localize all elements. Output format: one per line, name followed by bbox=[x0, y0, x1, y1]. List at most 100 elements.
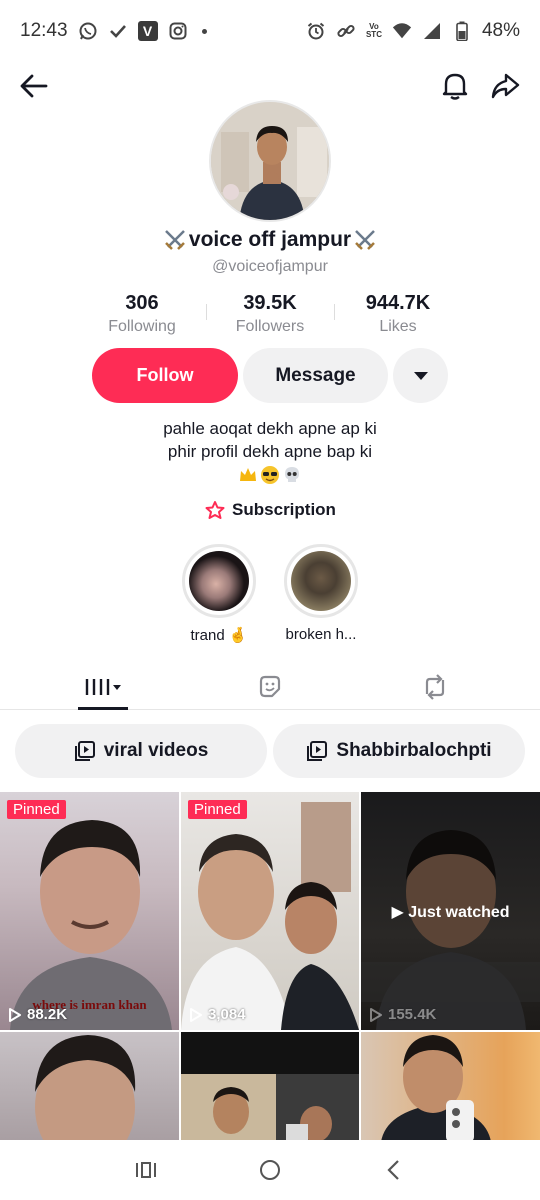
view-count: 3,084 bbox=[189, 1006, 246, 1023]
skull-emoji bbox=[285, 467, 299, 482]
view-count-text: 3,084 bbox=[208, 1006, 246, 1023]
display-name: voice off jampur bbox=[0, 228, 540, 252]
video-frame bbox=[181, 802, 359, 1030]
playlist-label: viral videos bbox=[103, 740, 209, 761]
action-buttons: Follow Message bbox=[92, 348, 452, 404]
bio: pahle aoqat dekh apne ap ki phir profil … bbox=[0, 417, 540, 485]
stat-value: 306 bbox=[125, 292, 159, 314]
play-triangle-icon: ▶ bbox=[391, 904, 404, 921]
video-frame bbox=[10, 820, 172, 1030]
link-icon bbox=[336, 21, 356, 41]
stat-followers[interactable]: 39.5K Followers bbox=[206, 292, 334, 336]
video-frame bbox=[181, 1074, 359, 1142]
back-arrow-icon bbox=[20, 74, 48, 98]
highlight-item[interactable]: broken h... bbox=[282, 544, 360, 643]
highlight-item[interactable]: trand 🤞 bbox=[180, 544, 258, 644]
status-bar: 12:43 V Vo STC 48% bbox=[0, 0, 540, 62]
reposts-icon bbox=[425, 674, 445, 700]
liked-icon bbox=[259, 675, 281, 698]
home-icon bbox=[260, 1160, 280, 1180]
notification-button[interactable] bbox=[435, 66, 475, 106]
playlist-chip[interactable]: Shabbirbalochpti bbox=[273, 724, 525, 778]
status-right: Vo STC 48% bbox=[306, 20, 520, 42]
back-button[interactable] bbox=[14, 66, 54, 106]
back-icon bbox=[387, 1160, 399, 1180]
message-button[interactable]: Message bbox=[243, 348, 388, 403]
highlight-cover bbox=[182, 544, 256, 618]
view-count-text: 88.2K bbox=[27, 1006, 68, 1023]
bell-icon bbox=[442, 73, 468, 100]
highlight-label: broken h... bbox=[285, 626, 357, 643]
alarm-icon bbox=[306, 21, 326, 41]
video-frame bbox=[381, 1035, 491, 1142]
subscription-label: Subscription bbox=[232, 500, 336, 519]
video-thumbnail[interactable] bbox=[361, 1032, 540, 1142]
video-thumbnail[interactable]: Pinned 3,084 bbox=[181, 792, 359, 1030]
system-nav-bar bbox=[0, 1140, 540, 1200]
instagram-icon bbox=[168, 21, 188, 41]
play-icon bbox=[190, 1007, 202, 1022]
sunglasses-emoji bbox=[261, 466, 279, 484]
recents-icon bbox=[136, 1162, 156, 1178]
home-button[interactable] bbox=[255, 1156, 285, 1184]
profile-tabs bbox=[0, 664, 540, 710]
wifi-icon bbox=[392, 21, 412, 41]
tab-videos[interactable] bbox=[78, 664, 128, 710]
share-button[interactable] bbox=[485, 66, 525, 106]
display-name-text: voice off jampur bbox=[188, 228, 352, 251]
system-back-button[interactable] bbox=[379, 1156, 409, 1184]
dot-icon bbox=[201, 28, 207, 34]
subscription-link[interactable]: Subscription bbox=[0, 500, 540, 520]
highlights: trand 🤞 broken h... bbox=[180, 544, 380, 654]
view-count: 88.2K bbox=[8, 1006, 67, 1023]
stat-value: 944.7K bbox=[365, 292, 431, 314]
pinned-badge: Pinned bbox=[7, 800, 66, 819]
video-frame bbox=[35, 1035, 136, 1142]
playlist-icon bbox=[307, 741, 328, 761]
video-thumbnail[interactable] bbox=[181, 1032, 359, 1142]
play-icon bbox=[370, 1007, 382, 1022]
active-tab-indicator bbox=[78, 707, 128, 710]
volte-line2: STC bbox=[365, 30, 382, 39]
stat-likes[interactable]: 944.7K Likes bbox=[334, 292, 462, 336]
caret-down-icon bbox=[413, 371, 428, 380]
whatsapp-icon bbox=[78, 21, 98, 41]
video-thumbnail[interactable]: ▶ Just watched 155.4K bbox=[361, 792, 540, 1030]
username: @voiceofjampur bbox=[212, 258, 328, 275]
highlight-label: trand 🤞 bbox=[190, 627, 248, 644]
follow-button[interactable]: Follow bbox=[92, 348, 238, 403]
volte-icon: Vo STC bbox=[366, 23, 382, 39]
playlists: viral videos Shabbirbalochpti bbox=[15, 724, 525, 778]
playlist-label: Shabbirbalochpti bbox=[336, 740, 492, 761]
tab-reposts[interactable] bbox=[410, 664, 460, 710]
crossed-swords-icon bbox=[355, 230, 375, 250]
battery-percent: 48% bbox=[481, 20, 520, 41]
bio-emojis bbox=[0, 465, 540, 485]
bio-line: phir profil dekh apne bap ki bbox=[167, 442, 373, 461]
share-icon bbox=[491, 73, 520, 99]
signal-icon bbox=[422, 21, 442, 41]
view-count-text: 155.4K bbox=[388, 1006, 437, 1023]
stat-label: Likes bbox=[379, 318, 417, 335]
highlight-cover bbox=[284, 544, 358, 618]
view-count: 155.4K bbox=[369, 1006, 436, 1023]
pinned-badge: Pinned bbox=[188, 800, 247, 819]
v-app-icon: V bbox=[137, 21, 158, 41]
recents-button[interactable] bbox=[131, 1156, 161, 1184]
stat-value: 39.5K bbox=[243, 292, 297, 314]
video-grid: Pinned where is imran khan 88.2K Pinned … bbox=[0, 792, 540, 1142]
stat-label: Following bbox=[108, 318, 176, 335]
tab-liked[interactable] bbox=[245, 664, 295, 710]
stat-following[interactable]: 306 Following bbox=[78, 292, 206, 336]
stats-row: 306 Following 39.5K Followers 944.7K Lik… bbox=[78, 292, 462, 336]
playlist-chip[interactable]: viral videos bbox=[15, 724, 267, 778]
check-icon bbox=[108, 21, 128, 41]
subscription-star-icon bbox=[205, 501, 225, 519]
clock: 12:43 bbox=[20, 20, 68, 41]
play-icon bbox=[9, 1007, 21, 1022]
avatar[interactable] bbox=[209, 100, 331, 222]
stat-label: Followers bbox=[235, 318, 305, 335]
more-options-button[interactable] bbox=[393, 348, 448, 403]
video-thumbnail[interactable] bbox=[0, 1032, 179, 1142]
video-thumbnail[interactable]: Pinned where is imran khan 88.2K bbox=[0, 792, 179, 1030]
